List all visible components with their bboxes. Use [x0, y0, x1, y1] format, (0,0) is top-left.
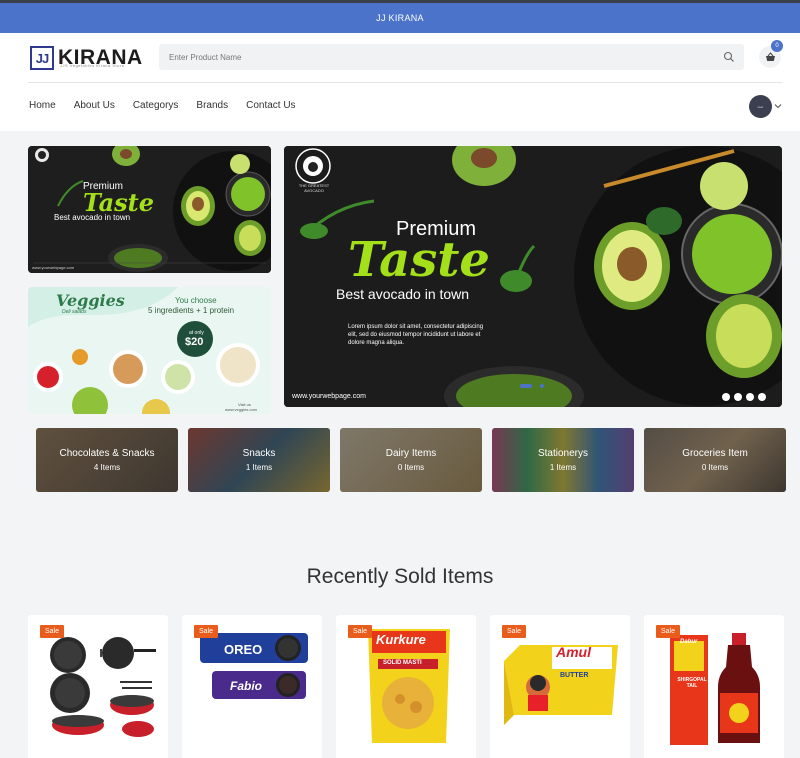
sale-badge: Sale — [40, 625, 65, 638]
store-title: JJ KIRANA — [376, 13, 424, 23]
category-card[interactable]: Stationerys 1 Items — [492, 428, 634, 492]
cookware-image — [50, 637, 156, 737]
nav-contact-us[interactable]: Contact Us — [246, 100, 295, 111]
category-row: Chocolates & Snacks 4 Items Snacks 1 Ite… — [36, 428, 786, 492]
banner1-footer: www.yourwebpage.com — [32, 265, 75, 270]
cart-count-badge: 0 — [771, 40, 783, 52]
big-banner-line3: Best avocado in town — [336, 286, 470, 302]
oreo-label: OREO — [224, 642, 263, 657]
main-nav: Home About Us Categorys Brands Contact U… — [29, 100, 314, 111]
category-card[interactable]: Dairy Items 0 Items — [340, 428, 482, 492]
chevron-down-icon[interactable] — [774, 102, 782, 110]
nav-brands[interactable]: Brands — [196, 100, 228, 111]
big-banner-body: Lorem ipsum dolor sit amet, consectetur … — [348, 324, 484, 346]
announcement-bar: JJ KIRANA — [0, 3, 800, 33]
category-count: 1 Items — [549, 463, 577, 472]
veggies-brand: Veggies — [56, 291, 125, 310]
dabur-label: Dabur — [680, 639, 698, 645]
product-card[interactable]: Sale Dabur SHIRGOPAL TAIL — [644, 615, 784, 758]
category-card[interactable]: Groceries Item 0 Items — [644, 428, 786, 492]
header-divider — [28, 82, 782, 83]
product-card[interactable]: Sale Kurkure SOLID MASTI — [336, 615, 476, 758]
category-card[interactable]: Snacks 1 Items — [188, 428, 330, 492]
nav-home[interactable]: Home — [29, 100, 56, 111]
dabur-sub-label: SHIRGOPAL TAIL — [677, 677, 707, 689]
category-name: Snacks — [242, 448, 276, 459]
fabio-label: Fabio — [230, 679, 262, 693]
avatar[interactable]: user — [749, 95, 772, 118]
nav-about-us[interactable]: About Us — [74, 100, 115, 111]
product-card[interactable]: Sale Amul BUTTER — [490, 615, 630, 758]
category-count: 0 Items — [701, 463, 729, 472]
veggies-price: $20 — [185, 336, 204, 348]
category-name: Groceries Item — [682, 448, 748, 459]
basket-icon — [765, 52, 775, 61]
big-banner-footer: www.yourwebpage.com — [292, 393, 366, 400]
nav-categorys[interactable]: Categorys — [133, 100, 179, 111]
search-bar — [159, 44, 744, 70]
banner-veggies[interactable]: Veggies Deli salads You choose 5 ingredi… — [28, 287, 271, 414]
product-card[interactable]: Sale — [28, 615, 168, 758]
banner-avocado-main[interactable]: THE GREATEST AVOCADO Premium Taste Best … — [284, 146, 782, 407]
veggies-brand-sub: Deli salads — [62, 309, 87, 315]
veggies-line2: 5 ingredients + 1 protein — [148, 306, 235, 315]
sale-badge: Sale — [348, 625, 373, 638]
logo-tagline: JJS Vegetables Kirana Store — [60, 63, 125, 68]
search-icon[interactable] — [723, 51, 735, 63]
amul-butter-image — [504, 645, 618, 725]
category-name: Stationerys — [537, 448, 589, 459]
kurkure-sub-label: SOLID MASTI — [383, 660, 422, 666]
sale-badge: Sale — [194, 625, 219, 638]
banner-avocado-small[interactable]: Premium Taste Best avocado in town www.y… — [28, 146, 271, 273]
sale-badge: Sale — [656, 625, 681, 638]
category-count: 0 Items — [397, 463, 425, 472]
big-banner-line2: Taste — [348, 232, 490, 288]
kurkure-label: Kurkure — [376, 632, 426, 647]
product-card[interactable]: Sale OREO Fabio — [182, 615, 322, 758]
category-name: Chocolates & Snacks — [59, 448, 155, 459]
site-header: JJ KIRANA JJS Vegetables Kirana Store 0 … — [0, 33, 800, 131]
banner1-line3: Best avocado in town — [54, 213, 131, 222]
sale-badge: Sale — [502, 625, 527, 638]
section-title: Recently Sold Items — [306, 565, 494, 588]
amul-label: Amul — [556, 644, 591, 660]
category-name: Dairy Items — [385, 448, 437, 459]
product-grid: Sale Sale OREO Fabio Sale Kurkure SOLID … — [28, 615, 784, 758]
big-banner-badge: THE GREATEST AVOCADO — [298, 183, 330, 193]
search-input[interactable] — [169, 52, 699, 62]
category-count: 1 Items — [245, 463, 273, 472]
logo-mark: JJ — [30, 46, 54, 70]
amul-sub-label: BUTTER — [560, 672, 589, 679]
veggies-url: www.veggies.com — [225, 407, 258, 412]
category-count: 4 Items — [93, 463, 121, 472]
category-card[interactable]: Chocolates & Snacks 4 Items — [36, 428, 178, 492]
veggies-line1: You choose — [175, 296, 217, 305]
